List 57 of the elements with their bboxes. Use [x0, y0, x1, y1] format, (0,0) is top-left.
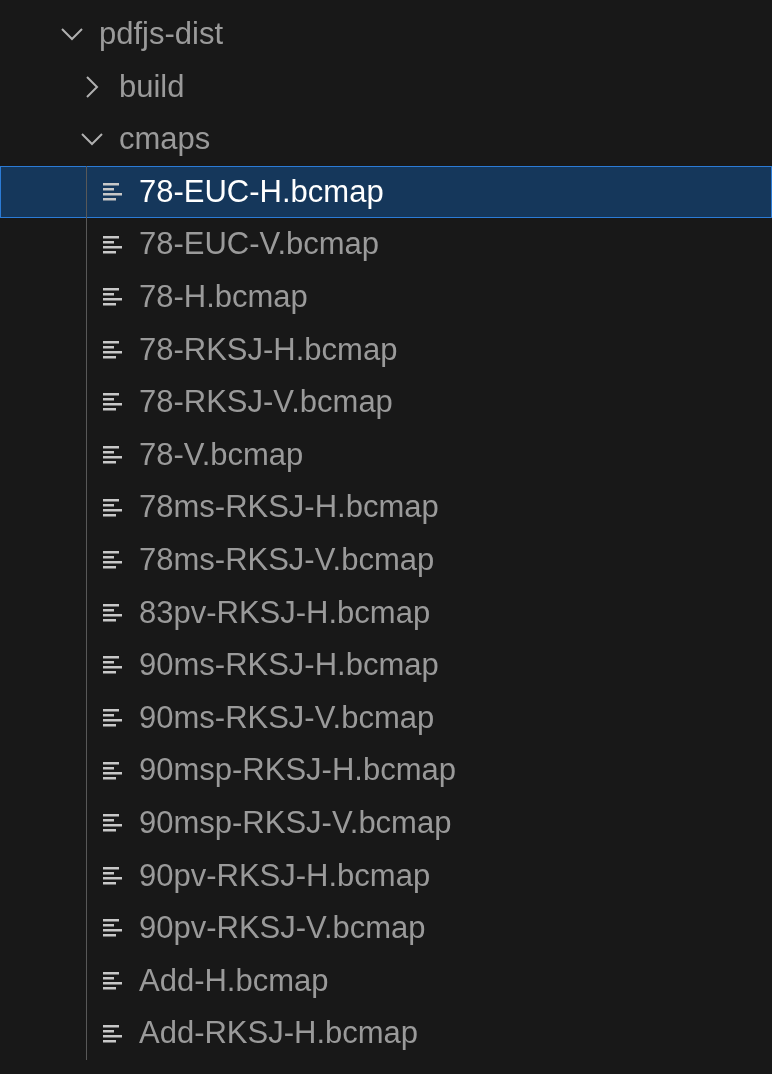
file-name: 90pv-RKSJ-H.bcmap	[139, 856, 431, 895]
folder-name: build	[119, 67, 185, 106]
file-name: 90pv-RKSJ-V.bcmap	[139, 909, 426, 948]
file-name: 78-EUC-V.bcmap	[139, 225, 380, 264]
file-row[interactable]: 90msp-RKSJ-H.bcmap	[0, 744, 772, 797]
file-name: 78-RKSJ-V.bcmap	[139, 383, 393, 422]
folder-name: pdfjs-dist	[99, 15, 224, 54]
file-row[interactable]: 90ms-RKSJ-V.bcmap	[0, 691, 772, 745]
file-lines-icon	[103, 393, 123, 412]
file-name: Add-RKSJ-H.bcmap	[139, 1014, 419, 1053]
file-name: 78-H.bcmap	[139, 278, 308, 316]
file-row[interactable]: 90pv-RKSJ-H.bcmap	[0, 849, 772, 903]
folder-name: cmaps	[119, 120, 211, 159]
file-name: 83pv-RKSJ-H.bcmap	[139, 593, 431, 632]
file-row[interactable]: 90ms-RKSJ-H.bcmap	[0, 639, 772, 692]
file-name: 90msp-RKSJ-V.bcmap	[139, 803, 452, 842]
file-row[interactable]: 90pv-RKSJ-V.bcmap	[0, 902, 772, 955]
file-lines-icon	[103, 288, 123, 307]
file-row[interactable]: Add-RKSJ-H.bcmap	[0, 1007, 772, 1060]
file-lines-icon	[103, 866, 123, 885]
file-row[interactable]: 78-RKSJ-H.bcmap	[0, 323, 772, 377]
file-lines-icon	[103, 761, 123, 780]
file-lines-icon	[103, 446, 123, 465]
file-name: 90ms-RKSJ-V.bcmap	[139, 698, 435, 737]
file-row[interactable]: 78-EUC-H.bcmap	[0, 165, 772, 219]
file-lines-icon	[103, 340, 123, 359]
file-name: 90msp-RKSJ-H.bcmap	[139, 751, 456, 790]
file-lines-icon	[103, 603, 123, 622]
file-row[interactable]: 78-V.bcmap	[0, 428, 772, 482]
file-lines-icon	[103, 183, 123, 202]
file-lines-icon	[103, 551, 123, 570]
file-name: 78ms-RKSJ-V.bcmap	[139, 541, 435, 579]
file-name: Add-H.bcmap	[139, 961, 329, 1000]
file-row[interactable]: 78-EUC-V.bcmap	[0, 218, 772, 271]
file-row[interactable]: 83pv-RKSJ-H.bcmap	[0, 586, 772, 640]
file-lines-icon	[103, 972, 123, 990]
file-row[interactable]: Add-H.bcmap	[0, 954, 772, 1008]
file-lines-icon	[103, 498, 123, 517]
file-lines-icon	[103, 656, 123, 675]
file-name: 78-EUC-H.bcmap	[139, 172, 384, 211]
file-row[interactable]: 78ms-RKSJ-V.bcmap	[0, 533, 772, 587]
file-lines-icon	[103, 709, 123, 727]
file-name: 90ms-RKSJ-H.bcmap	[139, 646, 439, 685]
file-row[interactable]: 78-H.bcmap	[0, 270, 772, 324]
file-lines-icon	[103, 814, 123, 833]
file-row[interactable]: 78ms-RKSJ-H.bcmap	[0, 481, 772, 534]
file-name: 78-V.bcmap	[139, 435, 304, 474]
folder-row[interactable]: cmaps	[0, 113, 772, 166]
file-row[interactable]: 78-RKSJ-V.bcmap	[0, 376, 772, 429]
file-lines-icon	[103, 919, 123, 938]
file-lines-icon	[103, 235, 123, 254]
folder-row[interactable]: build	[0, 60, 772, 114]
file-lines-icon	[103, 1024, 123, 1043]
file-name: 78ms-RKSJ-H.bcmap	[139, 488, 439, 527]
file-name: 78-RKSJ-H.bcmap	[139, 330, 398, 369]
file-row[interactable]: 90msp-RKSJ-V.bcmap	[0, 796, 772, 850]
folder-row[interactable]: pdfjs-dist	[0, 8, 772, 61]
